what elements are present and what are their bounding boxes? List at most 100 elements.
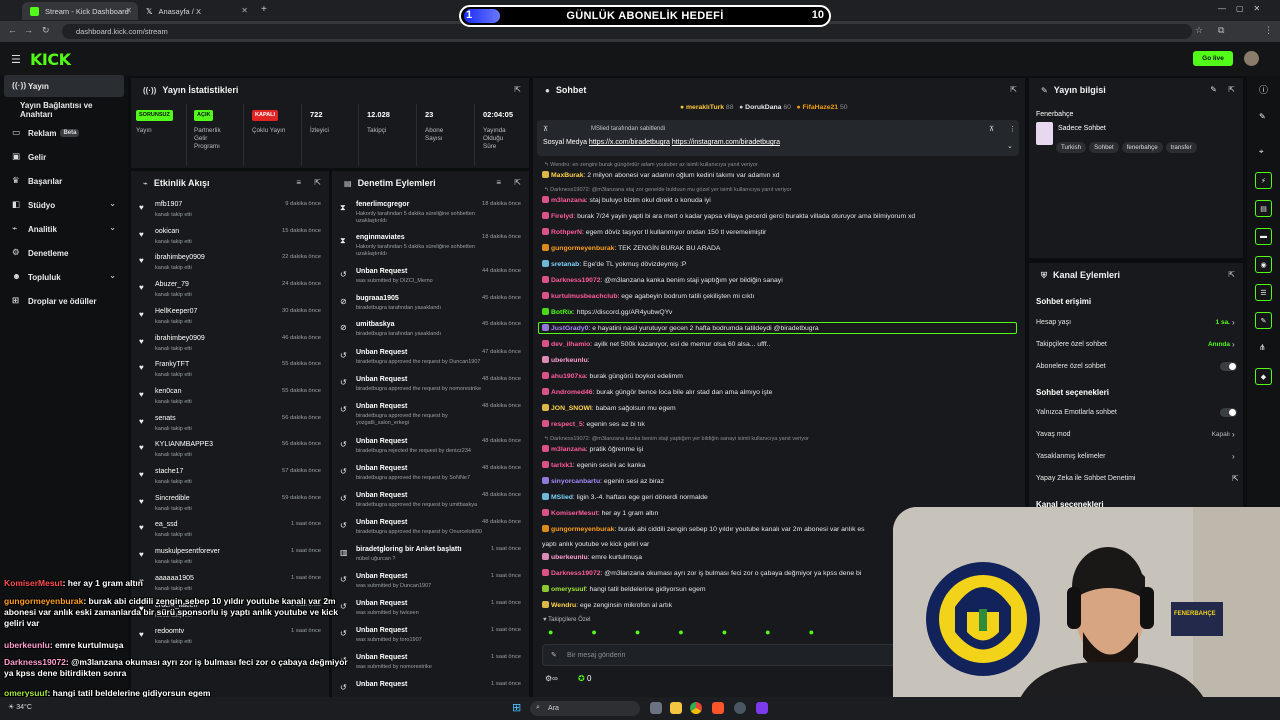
popout-icon[interactable]: ⇱ [514, 85, 521, 94]
edit-icon[interactable]: ✎ [1259, 112, 1266, 121]
chat-settings-icon[interactable]: ⚙∞ [545, 674, 558, 683]
chat-message[interactable]: m3lanzana: staj buluyo bizim okul direkt… [542, 196, 711, 204]
chat-message[interactable]: Darkness19072: @m3lanzana kanka benim st… [542, 276, 783, 284]
chevron-right-icon[interactable]: › [1232, 318, 1235, 327]
taskbar-app-icon[interactable] [650, 702, 662, 714]
chat-message[interactable]: dev_ilhamio: ayilk net 500k kazanıyor, e… [542, 340, 770, 348]
chat-message[interactable]: Darkness19072: @m3lanzana okuması ayrı z… [542, 569, 861, 577]
sidebar-item-basarilar[interactable]: ♛ Başarılar [4, 170, 124, 192]
chat-username[interactable]: JustGrady0 [551, 325, 588, 332]
chat-message[interactable]: sinyorcanbartu: egenin sesi az biraz [542, 477, 664, 485]
sidebar-item-topluluk[interactable]: ☻ Topluluk ⌄ [4, 266, 124, 288]
tab-x[interactable]: 𝕏 Anasayfa / X ✕ [138, 2, 254, 20]
extensions-icon[interactable]: ⧉ [1218, 25, 1224, 36]
new-tab-icon[interactable]: + [261, 4, 267, 15]
activity-row[interactable]: ♥ Abuzer_79 kanalı takip etti 24 dakika önc… [131, 281, 329, 305]
popout-icon[interactable]: ⇱ [1228, 85, 1235, 94]
focus-icon[interactable]: ⌖ [1259, 147, 1264, 157]
chat-message[interactable]: BotRix: https://discord.gg/AR4yubwQYv [542, 308, 672, 316]
chat-message[interactable]: RothperN: egem döviz taşıyor tl kullanmı… [542, 228, 766, 236]
window-controls[interactable]: —▢✕ [1218, 4, 1270, 13]
emote-only-toggle[interactable] [1220, 408, 1237, 417]
chat-message[interactable]: tarlxk1: egenin sesini ac kanka [542, 461, 645, 469]
chevron-right-icon[interactable]: › [1232, 452, 1235, 461]
moderation-row[interactable]: ↺ Unban Request biradetbugra approved the … [332, 376, 529, 402]
diamond-icon[interactable]: ◆ [1255, 368, 1272, 385]
chat-username[interactable]: KomiserMesut [551, 510, 598, 517]
chat-message[interactable]: JON_SNOWl: babam sağolsun mu egem [542, 404, 676, 412]
popout-icon[interactable]: ⇱ [1228, 270, 1235, 279]
pinned-link-instagram[interactable]: https://instagram.com/biradetbugra [672, 139, 780, 146]
external-link-icon[interactable]: ⇱ [1232, 474, 1239, 483]
chat-message[interactable]: Firelyd: burak 7/24 yayin yapti bi ara m… [542, 212, 915, 220]
activity-row[interactable]: ♥ ea_ssd kanalı takip etti 1 saat önce [131, 521, 329, 545]
chat-message[interactable]: gungormeyenburak: TEK ZENGİN BURAK BU AR… [542, 244, 720, 252]
weather-widget[interactable]: ☀ 34°C [8, 703, 32, 711]
more-options-icon[interactable]: ⋮ [1009, 125, 1016, 133]
taskbar-app-icon[interactable] [756, 702, 768, 714]
sidebar-item-yayin[interactable]: ((·)) Yayın [4, 75, 124, 97]
windows-start-icon[interactable]: ⊞ [512, 701, 521, 714]
chat-username[interactable]: Darkness19072 [551, 277, 601, 284]
activity-row[interactable]: ♥ ibrahimbey0909 kanalı takip etti 46 dakik… [131, 335, 329, 359]
filter-icon[interactable]: ≡ [296, 178, 301, 187]
close-tab-icon[interactable]: ✕ [241, 6, 248, 15]
chat-message[interactable]: uberkeunlu: [542, 356, 590, 364]
moderation-row[interactable]: ↺ Unban Request was submitted by toro1907 1… [332, 627, 529, 653]
chevron-down-icon[interactable]: ⌄ [1007, 142, 1013, 150]
moderation-row[interactable]: ↺ Unban Request biradetbugra approved the … [332, 519, 529, 545]
chat-username[interactable]: gungormeyenburak [551, 245, 614, 252]
moderation-row[interactable]: ▥ biradetgloring bir Anket başlattı nübel … [332, 546, 529, 572]
brave-icon[interactable] [712, 702, 724, 714]
chat-message[interactable]: respect_5: egenin ses az bi tık [542, 420, 645, 428]
chat-message[interactable]: Andromed46: burak güngör bence loca bile… [542, 388, 772, 396]
popout-icon[interactable]: ⇱ [314, 178, 321, 187]
gifter-1[interactable]: ● meraklıTurk 88 [680, 104, 733, 111]
chat-username[interactable]: JON_SNOWl [551, 405, 592, 412]
lightning-icon[interactable]: ⚡ [1255, 172, 1272, 189]
forward-icon[interactable]: → [24, 25, 33, 35]
chat-message[interactable]: kurtulmusbeachclub: ege agabeyin bodrum … [542, 292, 754, 300]
taskbar-app-icon[interactable] [734, 702, 746, 714]
chat-username[interactable]: BotRix [551, 309, 573, 316]
broadcast-icon[interactable]: ◉ [1255, 256, 1272, 273]
sidebar-item-studyo[interactable]: ◧ Stüdyo ⌄ [4, 194, 124, 216]
activity-row[interactable]: ♥ ken0can kanalı takip etti 55 dakika önce [131, 388, 329, 412]
chevron-right-icon[interactable]: › [1232, 430, 1235, 439]
kick-logo[interactable]: KICK [30, 50, 71, 69]
activity-row[interactable]: ♥ ookican kanalı takip etti 15 dakika önce [131, 228, 329, 252]
file-explorer-icon[interactable] [670, 702, 682, 714]
activity-row[interactable]: ♥ Sincredible kanalı takip etti 59 dakika ö… [131, 495, 329, 519]
unpin-icon[interactable]: ⊼ [989, 125, 994, 133]
chat-username[interactable]: MaxBurak [551, 172, 584, 179]
hamburger-menu-icon[interactable]: ☰ [11, 53, 21, 66]
chat-username[interactable]: sinyorcanbartu [551, 478, 600, 485]
moderation-row[interactable]: ↺ Unban Request was submitted by Duncan190… [332, 573, 529, 599]
chat-message[interactable]: JustGrady0: e hayatini nasil yurutuyor g… [538, 322, 1017, 334]
chat-username[interactable]: MSlied [551, 494, 573, 501]
chat-message[interactable]: m3lanzana: pratik öğrenme işi [542, 445, 643, 453]
sidebar-item-analitik[interactable]: ⌁ Analitik ⌄ [4, 218, 124, 240]
chat-message[interactable]: omerysuuf: hangi tatil beldelerine gidiy… [542, 585, 706, 593]
taskbar-search[interactable]: ⌕ Ara [530, 701, 640, 716]
activity-row[interactable]: ♥ stache17 kanalı takip etti 57 dakika önce [131, 468, 329, 492]
activity-row[interactable]: ♥ ibrahimbey0909 kanalı takip etti 22 dakik… [131, 254, 329, 278]
chat-username[interactable]: RothperN [551, 229, 582, 236]
moderation-row[interactable]: ↺ Unban Request was submitted by DIZCI_Mem… [332, 268, 529, 294]
close-tab-icon[interactable]: ✕ [125, 6, 132, 15]
chat-username[interactable]: uberkeunlu [551, 357, 588, 364]
menu-dots-icon[interactable]: ⋮ [1264, 25, 1273, 36]
moderation-row[interactable]: ⊘ umitbaskya biradetbugra tarafından yasak… [332, 321, 529, 347]
chat-username[interactable]: m3lanzana [551, 446, 586, 453]
user-avatar[interactable] [1244, 51, 1259, 66]
chat-username[interactable]: Andromed46 [551, 389, 593, 396]
chat-message[interactable]: uberkeunlu: emre kurtulmuşa [542, 553, 642, 561]
chat-icon[interactable]: ▬ [1255, 228, 1272, 245]
chat-message[interactable]: MaxBurak: 2 milyon abonesi var adamın oğ… [542, 171, 780, 179]
subscribers-only-toggle[interactable] [1220, 362, 1237, 371]
chat-message[interactable]: ahu1907xa: burak güngörü boykot edelimm [542, 372, 683, 380]
moderation-row[interactable]: ↺ Unban Request biradetbugra approved the … [332, 492, 529, 518]
moderation-row[interactable]: ↺ Unban Request was submitted by twiceen 1 … [332, 600, 529, 626]
chrome-icon[interactable] [690, 702, 702, 714]
sidebar-item-droplar[interactable]: ⊞ Droplar ve ödüller [4, 290, 124, 312]
